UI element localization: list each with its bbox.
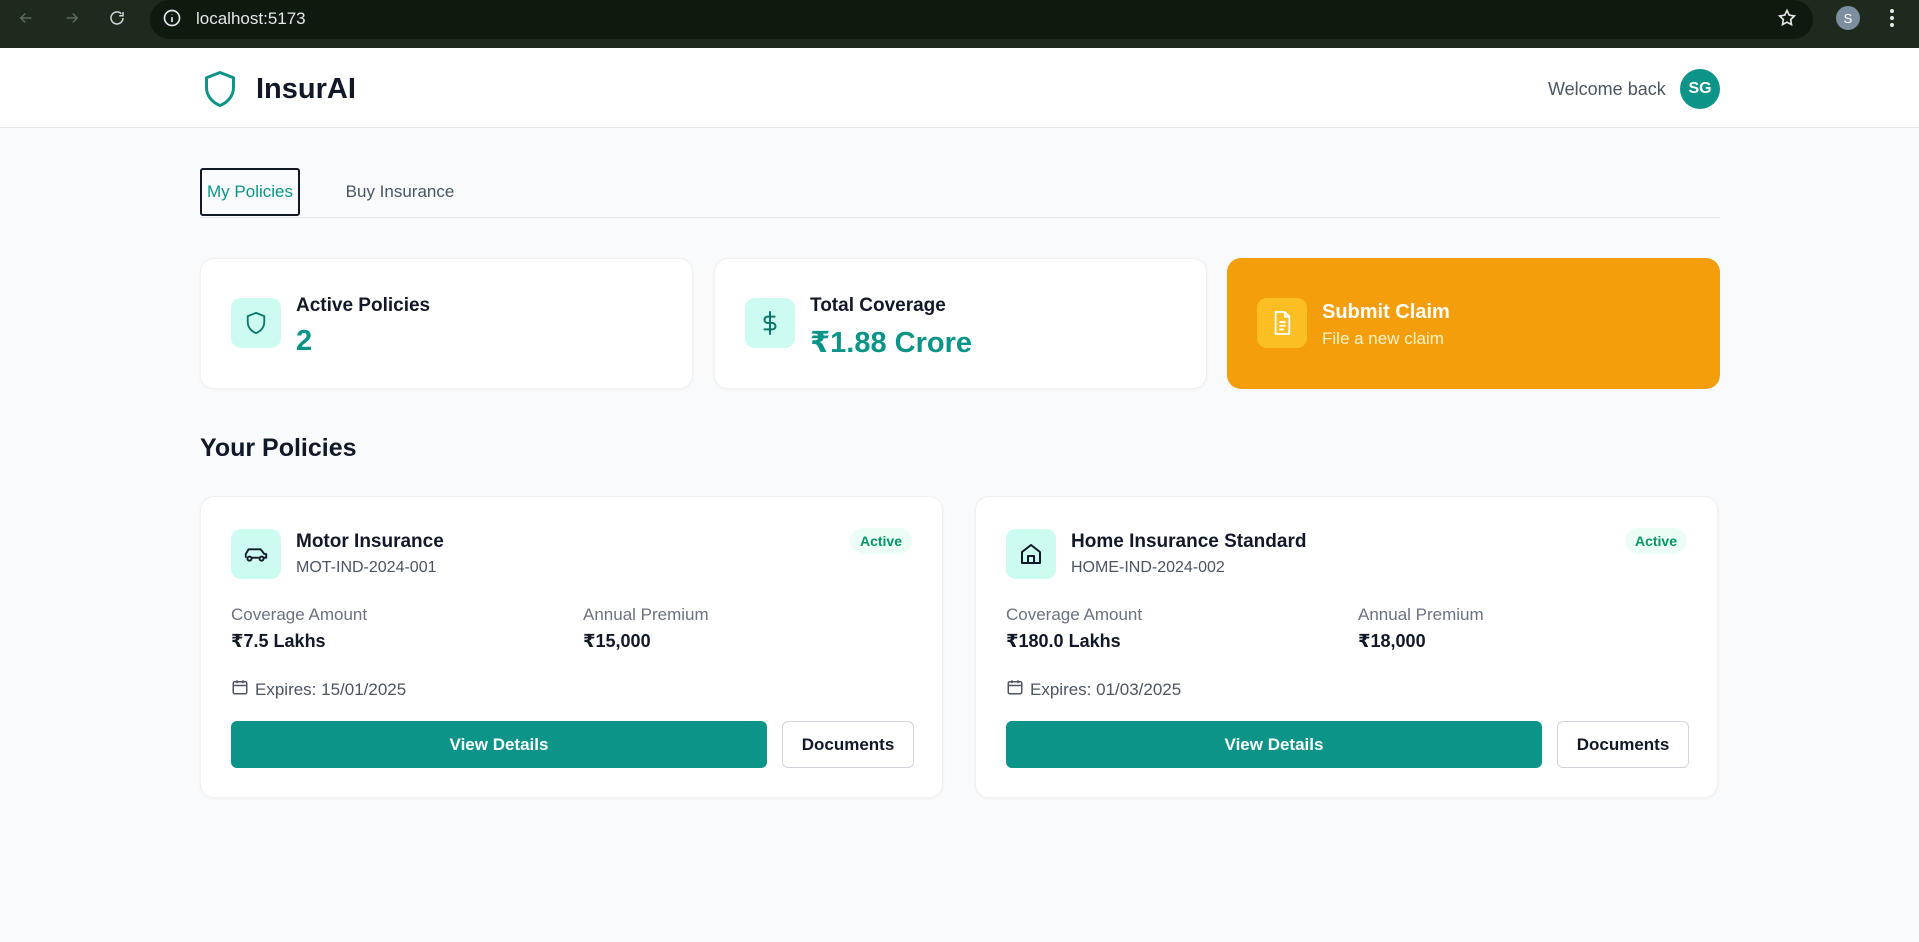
premium-value: ₹15,000 — [583, 631, 651, 651]
site-info-icon[interactable] — [162, 8, 182, 33]
active-policies-card: Active Policies 2 — [200, 258, 693, 389]
calendar-icon — [231, 678, 249, 701]
app-header: InsurAI Welcome back SG — [0, 48, 1919, 128]
brand-name: InsurAI — [256, 73, 356, 105]
stat-label: Total Coverage — [810, 295, 946, 316]
user-avatar[interactable]: SG — [1680, 69, 1720, 109]
stat-value: 2 — [296, 325, 313, 357]
back-button[interactable] — [14, 6, 38, 30]
document-icon — [1257, 298, 1307, 348]
url-text: localhost:5173 — [196, 9, 306, 28]
calendar-icon — [1006, 678, 1024, 701]
forward-button[interactable] — [60, 6, 84, 30]
browser-toolbar: localhost:5173 S — [0, 0, 1919, 48]
shield-icon — [231, 298, 281, 348]
documents-button[interactable]: Documents — [782, 721, 914, 768]
policy-id: MOT-IND-2024-001 — [296, 559, 437, 576]
car-icon — [231, 529, 281, 579]
claim-subtitle: File a new claim — [1322, 329, 1444, 348]
address-bar[interactable]: localhost:5173 — [150, 0, 1813, 39]
status-badge: Active — [1624, 528, 1687, 554]
shield-logo-icon — [202, 69, 238, 114]
coverage-label: Coverage Amount — [1006, 605, 1143, 624]
coverage-value: ₹180.0 Lakhs — [1006, 631, 1121, 651]
policy-name: Motor Insurance — [296, 531, 444, 552]
documents-button[interactable]: Documents — [1557, 721, 1689, 768]
premium-value: ₹18,000 — [1358, 631, 1426, 651]
stat-label: Active Policies — [296, 295, 431, 316]
expiry-text: Expires: 15/01/2025 — [255, 679, 407, 699]
section-title: Your Policies — [200, 434, 357, 462]
menu-kebab-icon[interactable] — [1880, 6, 1904, 30]
view-details-button[interactable]: View Details — [231, 721, 767, 768]
stat-value: ₹1.88 Crore — [810, 327, 973, 359]
dollar-icon — [745, 298, 795, 348]
coverage-value: ₹7.5 Lakhs — [231, 631, 326, 651]
submit-claim-card[interactable]: Submit Claim File a new claim — [1227, 258, 1720, 389]
profile-avatar[interactable]: S — [1836, 6, 1860, 30]
reload-button[interactable] — [105, 6, 129, 30]
claim-title: Submit Claim — [1322, 301, 1450, 323]
home-icon — [1006, 529, 1056, 579]
policy-card: Motor Insurance MOT-IND-2024-001 Active … — [200, 496, 943, 798]
expiry-info: Expires: 15/01/2025 — [231, 678, 406, 701]
status-badge: Active — [849, 528, 912, 554]
expiry-info: Expires: 01/03/2025 — [1006, 678, 1181, 701]
premium-label: Annual Premium — [583, 605, 709, 624]
total-coverage-card: Total Coverage ₹1.88 Crore — [714, 258, 1207, 389]
premium-label: Annual Premium — [1358, 605, 1484, 624]
welcome-text: Welcome back — [1548, 79, 1666, 99]
expiry-text: Expires: 01/03/2025 — [1030, 679, 1182, 699]
policy-card: Home Insurance Standard HOME-IND-2024-00… — [975, 496, 1718, 798]
tab-bar: My Policies Buy Insurance — [200, 168, 1720, 218]
view-details-button[interactable]: View Details — [1006, 721, 1542, 768]
policy-name: Home Insurance Standard — [1071, 531, 1307, 552]
tab-buy-insurance[interactable]: Buy Insurance — [338, 168, 462, 216]
policy-id: HOME-IND-2024-002 — [1071, 559, 1225, 576]
bookmark-star-icon[interactable] — [1777, 8, 1797, 33]
coverage-label: Coverage Amount — [231, 605, 368, 624]
tab-my-policies[interactable]: My Policies — [200, 168, 300, 216]
